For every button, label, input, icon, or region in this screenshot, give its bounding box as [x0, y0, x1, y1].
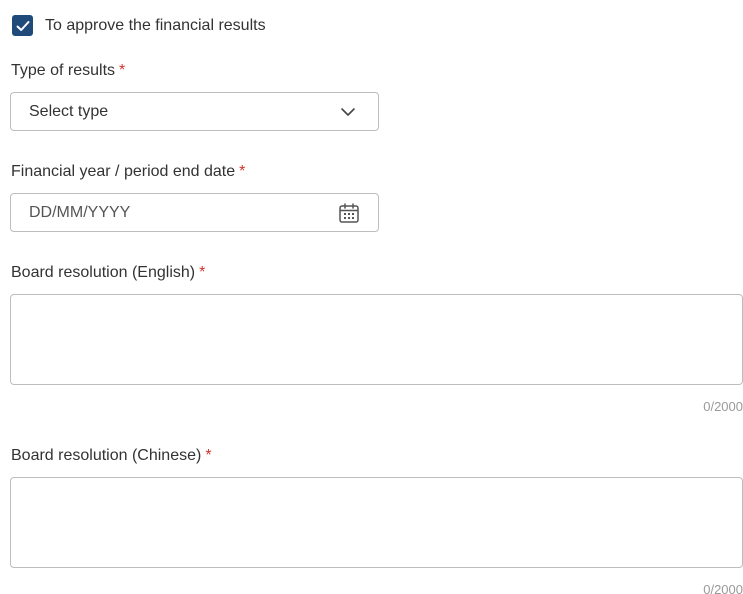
resolution-english-label-text: Board resolution (English): [11, 264, 196, 281]
resolution-chinese-label-text: Board resolution (Chinese): [11, 447, 202, 464]
calendar-icon[interactable]: [338, 202, 360, 224]
approve-checkbox[interactable]: [12, 15, 33, 36]
chevron-down-icon: [341, 108, 355, 116]
required-mark: *: [239, 163, 246, 180]
period-end-date-label-text: Financial year / period end date: [11, 163, 236, 180]
resolution-english-char-counter: 0/2000: [703, 399, 743, 414]
type-of-results-select[interactable]: Select type: [10, 92, 379, 131]
required-mark: *: [119, 62, 126, 79]
required-mark: *: [205, 447, 212, 464]
period-end-date-label: Financial year / period end date *: [11, 163, 245, 181]
type-of-results-label-text: Type of results: [11, 62, 116, 79]
type-of-results-selected: Select type: [29, 103, 109, 120]
type-of-results-label: Type of results *: [11, 62, 125, 80]
resolution-english-textarea[interactable]: [10, 294, 743, 385]
resolution-chinese-char-counter: 0/2000: [703, 582, 743, 594]
date-placeholder: DD/MM/YYYY: [29, 204, 131, 221]
resolution-chinese-label: Board resolution (Chinese) *: [11, 447, 212, 465]
approve-checkbox-label[interactable]: To approve the financial results: [45, 17, 266, 35]
required-mark: *: [199, 264, 206, 281]
resolution-english-label: Board resolution (English) *: [11, 264, 205, 282]
period-end-date-input[interactable]: DD/MM/YYYY: [10, 193, 379, 232]
checkmark-icon: [16, 20, 29, 31]
resolution-chinese-textarea[interactable]: [10, 477, 743, 568]
